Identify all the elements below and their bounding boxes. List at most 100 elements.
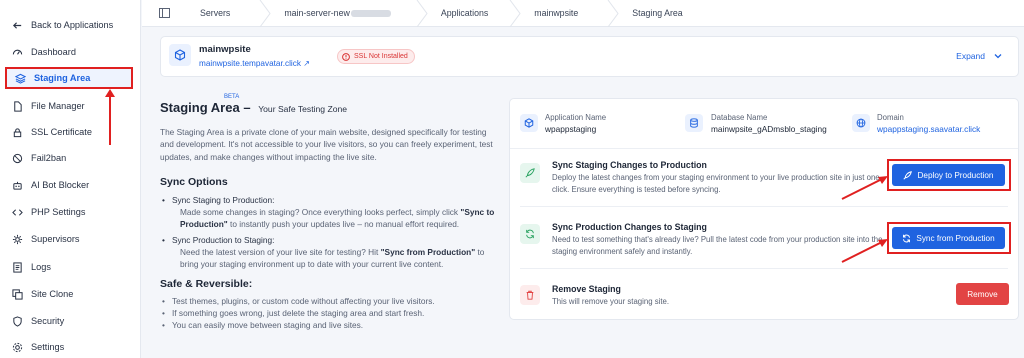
ssl-status-badge: SSL Not Installed bbox=[337, 49, 415, 64]
redacted-text bbox=[350, 9, 391, 17]
staging-actions-panel: Application Name wpappstaging Database N… bbox=[509, 98, 1019, 320]
db-name-value: mainwpsite_gADmsblo_staging bbox=[711, 124, 827, 134]
page-title: Staging Area BETA – Your Safe Testing Zo… bbox=[160, 94, 495, 115]
sidebar-item-site-clone[interactable]: Site Clone bbox=[4, 283, 132, 305]
robot-icon bbox=[11, 179, 23, 191]
divider bbox=[510, 148, 1018, 149]
sidebar-item-label: SSL Certificate bbox=[31, 127, 92, 137]
sidebar-item-label: AI Bot Blocker bbox=[31, 180, 90, 190]
breadcrumb-item-applications[interactable]: Applications bbox=[441, 0, 488, 27]
settings-icon bbox=[11, 341, 23, 353]
sidebar-toggle-icon[interactable] bbox=[159, 8, 170, 18]
file-icon bbox=[11, 100, 23, 112]
sidebar-item-logs[interactable]: Logs bbox=[4, 256, 132, 278]
app-name-label: Application Name bbox=[545, 113, 607, 122]
sync-title: Sync Production Changes to Staging bbox=[552, 222, 707, 232]
sidebar: Back to Applications Dashboard Staging A… bbox=[0, 0, 141, 358]
desc-text: Need the latest version of your live sit… bbox=[180, 246, 381, 257]
shield-icon bbox=[11, 315, 23, 327]
title-dash: – bbox=[243, 100, 251, 115]
site-name: mainwpsite bbox=[199, 44, 251, 55]
breadcrumb-item-servers[interactable]: Servers bbox=[200, 0, 230, 27]
cube-icon bbox=[169, 44, 191, 66]
sidebar-item-label: Settings bbox=[31, 342, 65, 352]
ban-icon bbox=[11, 152, 23, 164]
back-label: Back to Applications bbox=[31, 20, 114, 30]
sidebar-item-settings[interactable]: Settings bbox=[4, 336, 132, 358]
sidebar-item-staging-area[interactable]: Staging Area bbox=[5, 67, 133, 89]
safe-item: You can easily move between staging and … bbox=[160, 319, 495, 331]
annotation-arrow bbox=[841, 176, 888, 200]
breadcrumb-separator bbox=[259, 0, 271, 27]
safe-item: Test themes, plugins, or custom code wit… bbox=[160, 295, 495, 307]
deploy-to-production-button[interactable]: Deploy to Production bbox=[892, 164, 1005, 186]
sidebar-item-dashboard[interactable]: Dashboard bbox=[4, 41, 132, 63]
remove-title: Remove Staging bbox=[552, 284, 621, 294]
log-icon bbox=[11, 261, 23, 273]
sidebar-item-label: Site Clone bbox=[31, 289, 74, 299]
domain-link[interactable]: wpappstaging.saavatar.click bbox=[877, 124, 980, 134]
remove-staging-button[interactable]: Remove bbox=[956, 283, 1009, 305]
globe-icon bbox=[852, 114, 870, 132]
lock-icon bbox=[11, 126, 23, 138]
title-text: Staging Area bbox=[160, 100, 240, 115]
sidebar-item-label: Dashboard bbox=[31, 47, 76, 57]
site-url-link[interactable]: mainwpsite.tempavatar.click ↗ bbox=[199, 58, 310, 68]
sidebar-item-label: Supervisors bbox=[31, 234, 80, 244]
safe-item: If something goes wrong, just delete the… bbox=[160, 307, 495, 319]
sync-description: Need to test something that's already li… bbox=[552, 235, 883, 256]
back-to-applications-link[interactable]: Back to Applications bbox=[4, 14, 132, 36]
rocket-icon bbox=[520, 163, 540, 183]
sync-option-title: Sync Production to Staging: bbox=[160, 234, 495, 246]
remove-description: This will remove your staging site. bbox=[552, 297, 669, 306]
breadcrumb-item-current: Staging Area bbox=[632, 8, 683, 18]
deploy-description: Deploy the latest changes from your stag… bbox=[552, 173, 880, 194]
desc-text: to instantly push your updates live – no… bbox=[227, 218, 460, 229]
trash-icon bbox=[520, 285, 540, 305]
sync-option-title: Sync Staging to Production: bbox=[160, 194, 495, 206]
sync-icon bbox=[902, 234, 911, 243]
rocket-icon bbox=[903, 170, 913, 180]
sidebar-item-label: Fail2ban bbox=[31, 153, 67, 163]
sync-button-label: Sync from Production bbox=[916, 233, 995, 243]
sidebar-item-security[interactable]: Security bbox=[4, 310, 132, 332]
copy-icon bbox=[11, 288, 23, 300]
breadcrumb-item-server[interactable]: main-server-new bbox=[284, 0, 391, 27]
sidebar-item-fail2ban[interactable]: Fail2ban bbox=[4, 147, 132, 169]
sidebar-item-supervisors[interactable]: Supervisors bbox=[4, 228, 132, 250]
sync-from-production-button[interactable]: Sync from Production bbox=[892, 227, 1005, 249]
dashboard-icon bbox=[11, 46, 23, 58]
sync-options-heading: Sync Options bbox=[160, 175, 228, 188]
deploy-title: Sync Staging Changes to Production bbox=[552, 160, 707, 170]
site-url-text: mainwpsite.tempavatar.click bbox=[199, 59, 301, 68]
breadcrumb: Servers main-server-new Applications mai… bbox=[142, 0, 1024, 27]
safe-heading: Safe & Reversible: bbox=[160, 277, 253, 290]
expand-button[interactable]: Expand bbox=[956, 51, 1002, 61]
app-name-value: wpappstaging bbox=[545, 124, 597, 134]
sync-option-desc: Need the latest version of your live sit… bbox=[160, 246, 495, 270]
breadcrumb-server-name: main-server-new bbox=[284, 8, 350, 18]
gear-icon bbox=[11, 233, 23, 245]
divider bbox=[520, 206, 1008, 207]
staging-intro: Staging Area BETA – Your Safe Testing Zo… bbox=[160, 94, 495, 331]
code-icon bbox=[11, 206, 23, 218]
sync-option-desc: Made some changes in staging? Once every… bbox=[160, 206, 495, 230]
ssl-badge-label: SSL Not Installed bbox=[354, 53, 408, 60]
layers-icon bbox=[14, 72, 26, 84]
sidebar-item-ai-bot-blocker[interactable]: AI Bot Blocker bbox=[4, 174, 132, 196]
sidebar-item-label: Security bbox=[31, 316, 65, 326]
external-link-icon: ↗ bbox=[303, 59, 311, 68]
divider bbox=[520, 268, 1008, 269]
breadcrumb-separator bbox=[416, 0, 428, 27]
warning-icon bbox=[342, 52, 350, 61]
sidebar-item-label: File Manager bbox=[31, 101, 85, 111]
arrow-left-icon bbox=[11, 19, 23, 31]
beta-badge: BETA bbox=[224, 94, 240, 100]
sync-icon bbox=[520, 224, 540, 244]
sidebar-item-label: PHP Settings bbox=[31, 207, 86, 217]
page-subtitle: Your Safe Testing Zone bbox=[258, 104, 348, 114]
sidebar-item-php-settings[interactable]: PHP Settings bbox=[4, 201, 132, 223]
breadcrumb-item-site[interactable]: mainwpsite bbox=[534, 0, 578, 27]
domain-label: Domain bbox=[877, 113, 904, 122]
desc-bold: "Sync from Production" bbox=[380, 246, 476, 257]
